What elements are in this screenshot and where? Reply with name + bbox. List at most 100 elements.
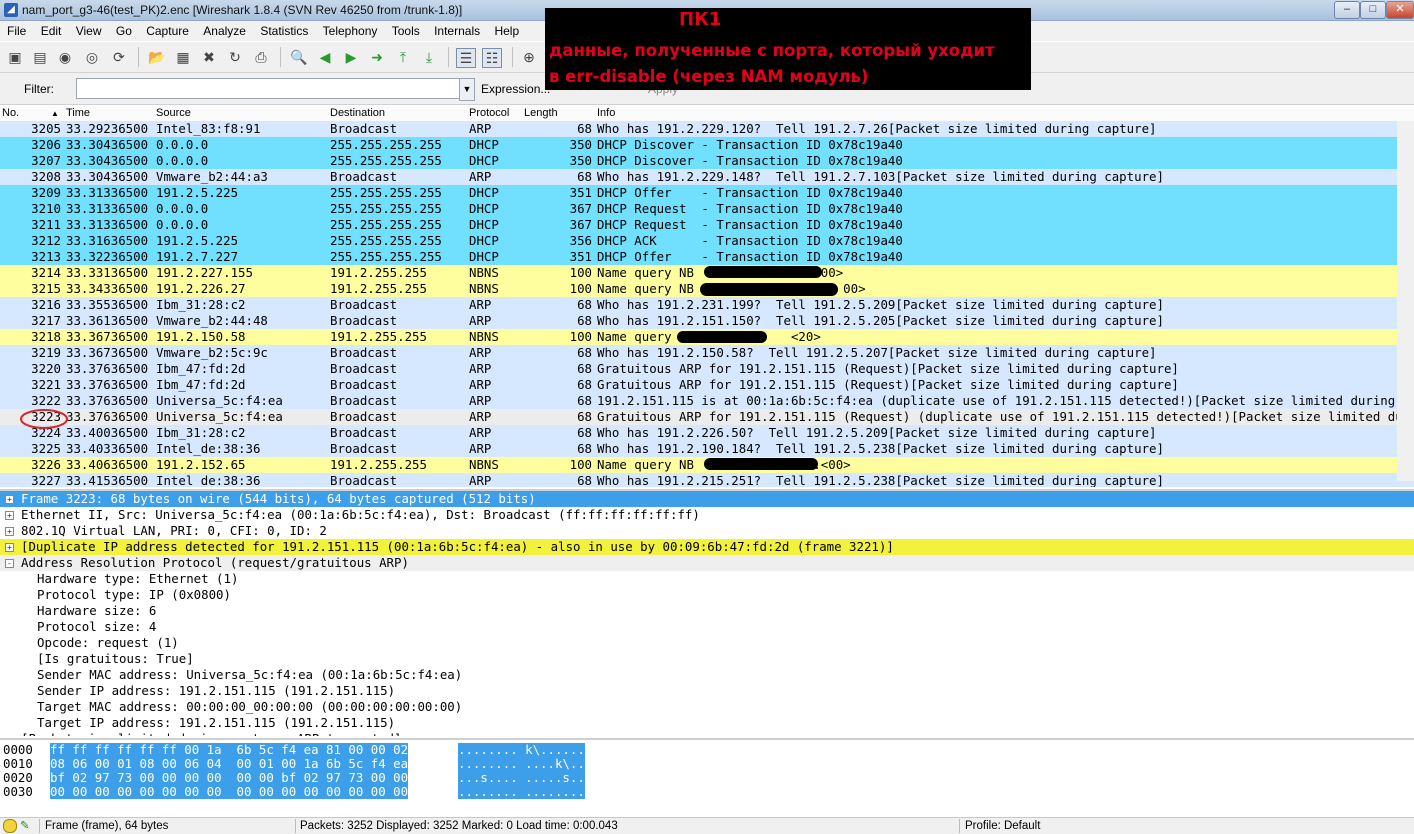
expert-info-icon[interactable] xyxy=(3,819,17,833)
bytes-hex[interactable]: 00 00 00 00 00 00 00 00 00 00 00 00 00 0… xyxy=(50,785,409,799)
column-header-protocol[interactable]: Protocol xyxy=(469,107,509,119)
column-header-time[interactable]: Time xyxy=(66,107,90,119)
stop-capture-icon[interactable]: ◎ xyxy=(83,48,101,66)
detail-row[interactable]: + Frame 3223: 68 bytes on wire (544 bits)… xyxy=(0,491,1414,507)
packet-row[interactable]: 3225 33.40336500 Intel_de:38:36 Broadcast AR… xyxy=(0,441,1414,457)
expression-button[interactable]: Expression... xyxy=(481,82,550,96)
detail-row[interactable]: Hardware size: 6 xyxy=(0,603,1414,619)
capture-options-icon[interactable]: ▤ xyxy=(31,48,49,66)
detail-row[interactable]: + Ethernet II, Src: Universa_5c:f4:ea (00… xyxy=(0,507,1414,523)
menu-view[interactable]: View xyxy=(72,21,106,41)
detail-row[interactable]: Protocol type: IP (0x0800) xyxy=(0,587,1414,603)
column-header-info[interactable]: Info xyxy=(597,107,615,119)
go-first-icon[interactable]: ⤒ xyxy=(394,48,412,66)
zoom-in-icon[interactable]: ⊕ xyxy=(520,48,538,66)
packet-protocol: NBNS xyxy=(469,457,499,472)
detail-row[interactable]: Sender IP address: 191.2.151.115 (191.2.… xyxy=(0,683,1414,699)
expand-icon[interactable]: + xyxy=(5,527,14,536)
colorize-icon[interactable]: ☰ xyxy=(456,48,476,68)
collapse-icon[interactable]: - xyxy=(5,559,14,568)
filter-input[interactable] xyxy=(76,78,464,99)
packet-row[interactable]: 3207 33.30436500 0.0.0.0 255.255.255.255 DHC… xyxy=(0,153,1414,169)
close-button[interactable]: ✕ xyxy=(1386,1,1414,19)
go-last-icon[interactable]: ⤓ xyxy=(420,48,438,66)
packet-source: 0.0.0.0 xyxy=(156,137,209,152)
column-header-length[interactable]: Length xyxy=(524,107,558,119)
packet-row[interactable]: 3220 33.37636500 Ibm_47:fd:2d Broadcast ARP 6… xyxy=(0,361,1414,377)
packet-row[interactable]: 3216 33.35536500 Ibm_31:28:c2 Broadcast ARP 6… xyxy=(0,297,1414,313)
filter-dropdown-icon[interactable]: ▼ xyxy=(459,78,475,101)
menu-internals[interactable]: Internals xyxy=(430,21,484,41)
packet-row[interactable]: 3210 33.31336500 0.0.0.0 255.255.255.255 DHC… xyxy=(0,201,1414,217)
auto-scroll-icon[interactable]: ☷ xyxy=(482,48,502,68)
find-packet-icon[interactable]: 🔍 xyxy=(290,48,308,66)
expand-icon[interactable]: + xyxy=(5,511,14,520)
expand-icon[interactable]: + xyxy=(5,543,14,552)
column-header-destination[interactable]: Destination xyxy=(330,107,385,119)
packet-row[interactable]: 3223 33.37636500 Universa_5c:f4:ea Broadcas… xyxy=(0,409,1414,425)
bytes-ascii[interactable]: ........ ........ xyxy=(458,785,585,799)
maximize-button[interactable]: □ xyxy=(1360,1,1386,19)
open-file-icon[interactable]: 📂 xyxy=(148,48,166,66)
detail-row[interactable]: Target MAC address: 00:00:00_00:00:00 (0… xyxy=(0,699,1414,715)
packet-row[interactable]: 3219 33.36736500 Vmware_b2:5c:9c Broadcast A… xyxy=(0,345,1414,361)
status-profile[interactable]: Profile: Default xyxy=(965,820,1040,832)
print-icon[interactable]: ⎙ xyxy=(252,48,270,66)
capture-comment-icon[interactable]: ✎ xyxy=(20,818,30,832)
go-to-packet-icon[interactable]: ➜ xyxy=(368,48,386,66)
packet-row[interactable]: 3205 33.29236500 Intel_83:f8:91 Broadcast AR… xyxy=(0,121,1414,137)
packet-row[interactable]: 3222 33.37636500 Universa_5c:f4:ea Broadcas… xyxy=(0,393,1414,409)
packet-time: 33.31336500 xyxy=(66,185,149,200)
packet-row[interactable]: 3217 33.36136500 Vmware_b2:44:48 Broadcast A… xyxy=(0,313,1414,329)
close-file-icon[interactable]: ✖ xyxy=(200,48,218,66)
column-header-source[interactable]: Source xyxy=(156,107,191,119)
column-header-no[interactable]: No. xyxy=(2,107,19,119)
menu-tools[interactable]: Tools xyxy=(388,21,424,41)
detail-row[interactable]: Target IP address: 191.2.151.115 (191.2.… xyxy=(0,715,1414,731)
bytes-ascii[interactable]: ...s.... .....s.. xyxy=(458,771,585,785)
packet-protocol: ARP xyxy=(469,441,492,456)
packet-row[interactable]: 3224 33.40036500 Ibm_31:28:c2 Broadcast ARP 6… xyxy=(0,425,1414,441)
restart-capture-icon[interactable]: ⟳ xyxy=(110,48,128,66)
menu-help[interactable]: Help xyxy=(490,21,523,41)
detail-row[interactable]: [Packet size limited during capture: ARP… xyxy=(0,731,1414,736)
menu-analyze[interactable]: Analyze xyxy=(199,21,250,41)
detail-row[interactable]: Protocol size: 4 xyxy=(0,619,1414,635)
detail-row[interactable]: Hardware type: Ethernet (1) xyxy=(0,571,1414,587)
expand-icon[interactable]: + xyxy=(5,495,14,504)
detail-row[interactable]: - Address Resolution Protocol (request/gr… xyxy=(0,555,1414,571)
detail-row[interactable]: Sender MAC address: Universa_5c:f4:ea (0… xyxy=(0,667,1414,683)
menu-edit[interactable]: Edit xyxy=(37,21,66,41)
minimize-button[interactable]: – xyxy=(1334,1,1360,19)
packet-row[interactable]: 3206 33.30436500 0.0.0.0 255.255.255.255 DHC… xyxy=(0,137,1414,153)
packet-row[interactable]: 3213 33.32236500 191.2.7.227 255.255.255.25… xyxy=(0,249,1414,265)
detail-row[interactable]: Opcode: request (1) xyxy=(0,635,1414,651)
bytes-ascii[interactable]: ........ k\...... xyxy=(458,743,585,757)
menu-go[interactable]: Go xyxy=(112,21,136,41)
reload-icon[interactable]: ↻ xyxy=(226,48,244,66)
save-file-icon[interactable]: ▦ xyxy=(174,48,192,66)
packet-row[interactable]: 3211 33.31336500 0.0.0.0 255.255.255.255 DHC… xyxy=(0,217,1414,233)
bytes-hex[interactable]: 08 06 00 01 08 00 06 04 00 01 00 1a 6b 5… xyxy=(50,757,409,771)
menu-capture[interactable]: Capture xyxy=(142,21,193,41)
detail-row[interactable]: + [Duplicate IP address detected for 191.… xyxy=(0,539,1414,555)
bytes-hex[interactable]: ff ff ff ff ff ff 00 1a 6b 5c f4 ea 81 0… xyxy=(50,743,409,757)
bytes-hex[interactable]: bf 02 97 73 00 00 00 00 00 00 bf 02 97 7… xyxy=(50,771,409,785)
go-forward-icon[interactable]: ▶ xyxy=(342,48,360,66)
packet-time: 33.40036500 xyxy=(66,425,149,440)
packet-row[interactable]: 3212 33.31636500 191.2.5.225 255.255.255.25… xyxy=(0,233,1414,249)
go-back-icon[interactable]: ◀ xyxy=(316,48,334,66)
start-capture-icon[interactable]: ◉ xyxy=(56,48,74,66)
interfaces-icon[interactable]: ▣ xyxy=(6,48,24,66)
detail-row[interactable]: [Is gratuitous: True] xyxy=(0,651,1414,667)
menu-telephony[interactable]: Telephony xyxy=(319,21,382,41)
detail-row[interactable]: +802.1Q Virtual LAN, PRI: 0, CFI: 0, ID:… xyxy=(0,523,1414,539)
packet-row[interactable]: 3221 33.37636500 Ibm_47:fd:2d Broadcast ARP 6… xyxy=(0,377,1414,393)
menu-file[interactable]: File xyxy=(3,21,30,41)
bytes-ascii[interactable]: ........ ....k\.. xyxy=(458,757,585,771)
packet-row[interactable]: 3209 33.31336500 191.2.5.225 255.255.255.25… xyxy=(0,185,1414,201)
packet-list-scrollbar[interactable] xyxy=(1397,121,1414,481)
packet-row[interactable]: 3208 33.30436500 Vmware_b2:44:a3 Broadcast A… xyxy=(0,169,1414,185)
menu-statistics[interactable]: Statistics xyxy=(256,21,312,41)
packet-row[interactable]: 3227 33.41536500 Intel_de:38:36 Broadcast AR… xyxy=(0,473,1414,487)
